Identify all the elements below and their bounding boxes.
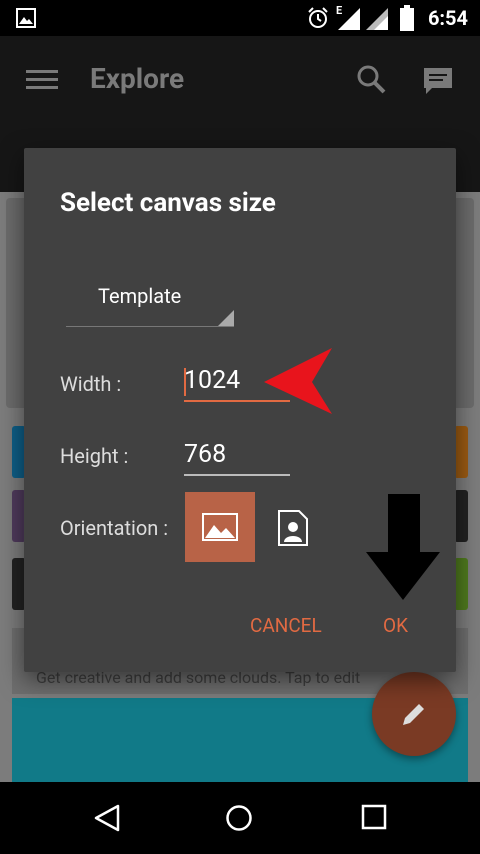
orientation-label: Orientation : xyxy=(60,516,169,540)
search-icon[interactable] xyxy=(356,64,386,94)
signal-icon xyxy=(338,8,360,30)
ok-button[interactable]: OK xyxy=(383,614,408,637)
dropdown-arrow-icon xyxy=(218,310,234,326)
signal-icon-2 xyxy=(366,8,388,30)
navigation-bar xyxy=(0,782,480,854)
home-circle-icon[interactable] xyxy=(225,804,253,832)
edit-fab-button[interactable] xyxy=(372,672,456,756)
recents-square-icon[interactable] xyxy=(361,804,387,830)
clock: 6:54 xyxy=(427,6,468,30)
status-bar: E 6:54 xyxy=(0,0,480,36)
width-label: Width : xyxy=(60,372,122,396)
template-dropdown-label: Template xyxy=(98,284,182,308)
green-chip xyxy=(454,558,468,610)
width-value: 1024 xyxy=(184,366,241,395)
height-label: Height : xyxy=(60,444,129,468)
landscape-image-icon xyxy=(202,513,238,541)
alarm-icon xyxy=(308,7,328,28)
back-triangle-icon[interactable] xyxy=(94,804,120,832)
orange-chip xyxy=(454,426,468,478)
battery-icon xyxy=(400,5,414,31)
page-title: Explore xyxy=(90,62,185,95)
landscape-button[interactable] xyxy=(185,492,255,562)
dialog-title: Select canvas size xyxy=(60,188,276,218)
height-underline xyxy=(184,474,290,476)
template-dropdown[interactable]: Template xyxy=(66,280,234,327)
height-input[interactable]: 768 xyxy=(184,440,290,476)
image-notification-icon xyxy=(16,8,36,28)
pencil-icon xyxy=(403,704,424,725)
hamburger-menu-icon[interactable] xyxy=(26,68,58,92)
height-value: 768 xyxy=(184,440,227,469)
portrait-button[interactable] xyxy=(259,492,329,562)
black-chip xyxy=(454,490,468,542)
cancel-button[interactable]: CANCEL xyxy=(250,614,322,637)
red-arrow-annotation xyxy=(264,348,332,414)
chat-bubble-icon[interactable] xyxy=(422,66,454,96)
black-arrow-annotation xyxy=(366,494,440,600)
portrait-image-icon xyxy=(278,510,308,546)
